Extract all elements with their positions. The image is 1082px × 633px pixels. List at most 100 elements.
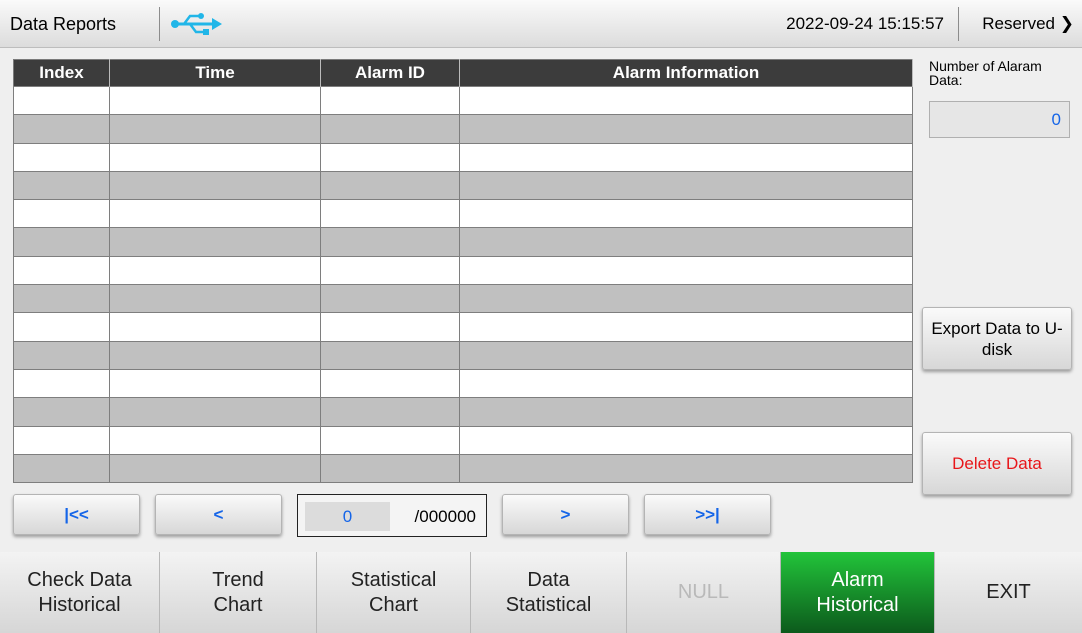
table-row[interactable] xyxy=(13,453,913,484)
table-cell xyxy=(320,227,460,257)
table-cell xyxy=(13,170,110,201)
table-cell xyxy=(109,255,321,286)
table-cell xyxy=(13,453,110,484)
table-header-row: Index Time Alarm ID Alarm Information xyxy=(13,59,913,87)
table-cell xyxy=(320,425,460,455)
table-row[interactable] xyxy=(13,227,913,257)
table-cell xyxy=(459,114,913,144)
current-page-input[interactable]: 0 xyxy=(305,502,390,531)
table-cell xyxy=(13,425,110,455)
nav-data-statistical[interactable]: Data Statistical xyxy=(471,552,627,633)
table-cell xyxy=(320,85,460,116)
nav-exit[interactable]: EXIT xyxy=(935,552,1082,633)
table-cell xyxy=(109,199,321,229)
table-cell xyxy=(13,227,110,257)
table-cell xyxy=(109,340,321,370)
table-cell xyxy=(459,397,913,427)
table-cell xyxy=(109,368,321,399)
delete-data-button[interactable]: Delete Data xyxy=(922,432,1072,495)
nav-statistical-chart[interactable]: Statistical Chart xyxy=(317,552,471,633)
table-cell xyxy=(459,368,913,399)
table-cell xyxy=(13,284,110,314)
table-cell xyxy=(459,142,913,172)
table-cell xyxy=(13,368,110,399)
table-cell xyxy=(109,227,321,257)
table-cell xyxy=(13,255,110,286)
table-cell xyxy=(13,114,110,144)
table-row[interactable] xyxy=(13,312,913,342)
table-cell xyxy=(320,255,460,286)
column-header-alarm-information: Alarm Information xyxy=(459,59,913,87)
alarm-count-value: 0 xyxy=(929,101,1070,138)
table-row[interactable] xyxy=(13,425,913,455)
nav-null: NULL xyxy=(627,552,781,633)
header-bar: Data Reports 2022-09-24 15:15:57 Reserve… xyxy=(0,0,1082,48)
bottom-nav: Check Data Historical Trend Chart Statis… xyxy=(0,552,1082,633)
last-page-button[interactable]: >>| xyxy=(644,494,771,535)
table-cell xyxy=(320,368,460,399)
table-cell xyxy=(459,453,913,484)
table-cell xyxy=(459,170,913,201)
page-indicator: 0 /000000 xyxy=(297,494,487,537)
table-cell xyxy=(109,85,321,116)
table-cell xyxy=(459,340,913,370)
table-row[interactable] xyxy=(13,340,913,370)
reserved-button[interactable]: Reserved ❯ xyxy=(958,7,1082,41)
datetime-display: 2022-09-24 15:15:57 xyxy=(786,14,944,33)
nav-alarm-historical[interactable]: Alarm Historical xyxy=(781,552,935,633)
table-cell xyxy=(320,340,460,370)
table-cell xyxy=(13,397,110,427)
table-cell xyxy=(320,453,460,484)
column-header-index: Index xyxy=(13,59,110,87)
table-cell xyxy=(13,142,110,172)
table-cell xyxy=(109,312,321,342)
nav-trend-chart[interactable]: Trend Chart xyxy=(160,552,317,633)
previous-page-button[interactable]: < xyxy=(155,494,282,535)
alarm-data-table: Index Time Alarm ID Alarm Information xyxy=(13,59,913,484)
table-cell xyxy=(109,284,321,314)
table-cell xyxy=(13,312,110,342)
table-row[interactable] xyxy=(13,85,913,116)
column-header-time: Time xyxy=(109,59,321,87)
table-body xyxy=(13,85,913,484)
alarm-count-label: Number of Alaram Data: xyxy=(929,58,1042,88)
table-row[interactable] xyxy=(13,114,913,144)
nav-check-data-historical[interactable]: Check Data Historical xyxy=(0,552,160,633)
table-cell xyxy=(109,425,321,455)
first-page-button[interactable]: |<< xyxy=(13,494,140,535)
table-cell xyxy=(459,425,913,455)
table-cell xyxy=(320,199,460,229)
table-cell xyxy=(459,284,913,314)
export-to-udisk-button[interactable]: Export Data to U-disk xyxy=(922,307,1072,370)
page-title: Data Reports xyxy=(0,7,160,41)
next-page-button[interactable]: > xyxy=(502,494,629,535)
reserved-label: Reserved xyxy=(982,14,1056,33)
table-row[interactable] xyxy=(13,142,913,172)
total-pages-label: /000000 xyxy=(414,507,476,526)
table-cell xyxy=(13,340,110,370)
table-cell xyxy=(109,453,321,484)
table-cell xyxy=(459,227,913,257)
column-header-alarm-id: Alarm ID xyxy=(320,59,460,87)
table-cell xyxy=(320,312,460,342)
table-cell xyxy=(109,397,321,427)
table-cell xyxy=(320,170,460,201)
table-row[interactable] xyxy=(13,284,913,314)
table-cell xyxy=(13,85,110,116)
table-row[interactable] xyxy=(13,199,913,229)
usb-icon xyxy=(171,13,222,35)
table-cell xyxy=(320,114,460,144)
table-row[interactable] xyxy=(13,255,913,286)
table-cell xyxy=(320,142,460,172)
chevron-right-icon: ❯ xyxy=(1059,14,1074,33)
table-cell xyxy=(109,170,321,201)
table-cell xyxy=(459,199,913,229)
table-cell xyxy=(109,114,321,144)
table-row[interactable] xyxy=(13,368,913,399)
table-row[interactable] xyxy=(13,397,913,427)
table-cell xyxy=(459,85,913,116)
table-cell xyxy=(459,255,913,286)
table-cell xyxy=(320,284,460,314)
table-cell xyxy=(459,312,913,342)
table-row[interactable] xyxy=(13,170,913,201)
